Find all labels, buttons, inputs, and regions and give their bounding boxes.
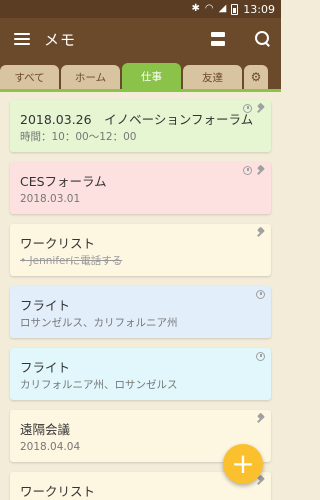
note-list: 2018.03.26 イノベーションフォーラム 時間：10：00〜12：00 CES…	[0, 92, 281, 500]
bluetooth-icon: ✱	[191, 3, 200, 14]
note-icons	[257, 414, 265, 423]
tab-work[interactable]: 仕事	[122, 63, 181, 89]
pin-icon	[257, 166, 265, 175]
note-subtitle: 2018.04.04	[20, 441, 81, 453]
search-icon[interactable]	[255, 31, 271, 47]
note-subtitle: カリフォルニア州、ロサンゼルス	[20, 379, 178, 391]
pin-icon	[257, 476, 265, 485]
note-icons	[257, 476, 265, 485]
note-card[interactable]: CESフォーラム 2018.03.01	[10, 162, 271, 214]
note-title: CESフォーラム	[20, 174, 107, 189]
note-subtitle: ロサンゼルス、カリフォルニア州	[20, 317, 178, 329]
status-bar: ✱ ◠ ◢ 13:09	[0, 0, 281, 18]
alarm-icon	[256, 290, 265, 299]
tab-all[interactable]: すべて	[0, 65, 59, 89]
note-icons	[243, 104, 265, 113]
note-icons	[256, 290, 265, 299]
note-subtitle: 時間：10：00〜12：00	[20, 131, 137, 143]
signal-icon: ◢	[218, 3, 227, 14]
note-icons	[257, 228, 265, 237]
add-note-button[interactable]: +	[223, 444, 263, 484]
pin-icon	[257, 228, 265, 237]
status-time: 13:09	[243, 2, 275, 16]
tab-home[interactable]: ホーム	[61, 65, 120, 89]
note-subtitle: 2018.03.01	[20, 193, 81, 205]
app-title: メモ	[44, 30, 77, 49]
note-card[interactable]: フライトロサンゼルス、カリフォルニア州	[10, 286, 271, 338]
note-card[interactable]: フライトカリフォルニア州、ロサンゼルス	[10, 348, 271, 400]
note-subtitle: • Jenniferに電話する	[20, 255, 123, 267]
note-title: ワークリスト	[20, 236, 96, 251]
app-bar: メモ	[0, 18, 281, 60]
tab-friends[interactable]: 友達	[183, 65, 242, 89]
note-title: フライト	[20, 298, 71, 313]
note-card[interactable]: ワークリスト • Jenniferに電話する	[10, 224, 271, 276]
wifi-icon: ◠	[204, 3, 214, 14]
battery-icon	[231, 3, 239, 15]
gear-icon[interactable]: ⚙	[244, 65, 268, 89]
view-layout-icon[interactable]	[211, 32, 225, 46]
alarm-icon	[243, 104, 252, 113]
category-tabs: すべて ホーム 仕事 友達 ⚙	[0, 60, 281, 92]
note-icons	[256, 352, 265, 361]
note-title: 遠隔会議	[20, 422, 71, 437]
menu-icon[interactable]	[14, 33, 30, 45]
alarm-icon	[256, 352, 265, 361]
note-card[interactable]: 2018.03.26 イノベーションフォーラム 時間：10：00〜12：00	[10, 100, 271, 152]
alarm-icon	[243, 166, 252, 175]
note-title: 2018.03.26 イノベーションフォーラム	[20, 112, 254, 127]
pin-icon	[257, 104, 265, 113]
pin-icon	[257, 414, 265, 423]
note-title: フライト	[20, 360, 71, 375]
note-title: ワークリスト	[20, 484, 96, 499]
note-icons	[243, 166, 265, 175]
